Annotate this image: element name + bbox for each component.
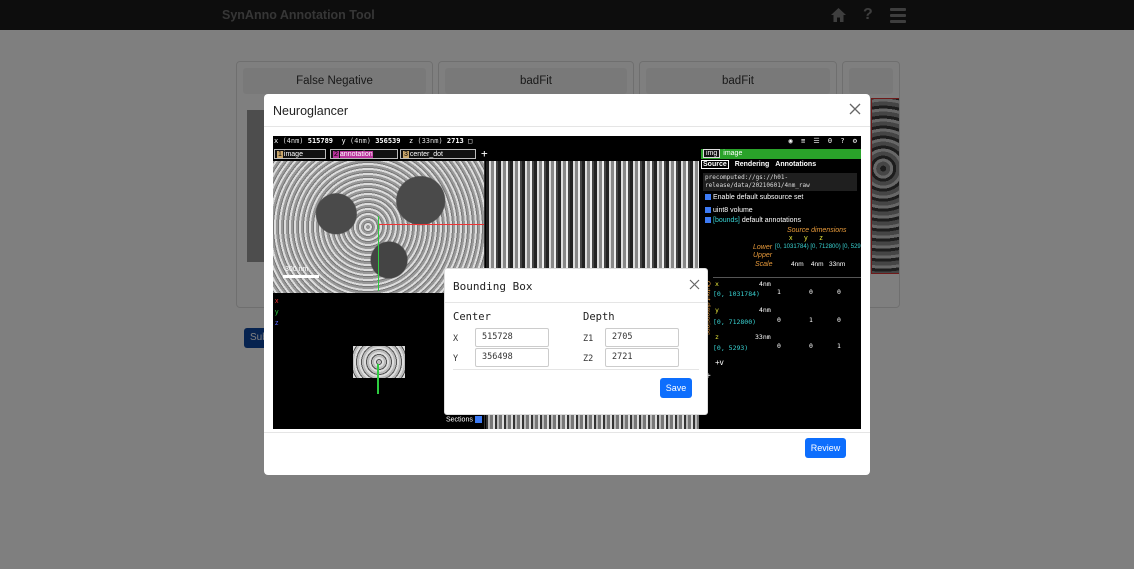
bounding-box-dialog: Bounding Box Center Depth X 515728 Y 356…: [444, 268, 708, 415]
close-icon[interactable]: [689, 279, 700, 290]
z2-label: Z2: [583, 354, 594, 364]
modal-title: Neuroglancer: [273, 104, 349, 118]
y-label: Y: [453, 354, 459, 364]
help-icon[interactable]: ?: [840, 137, 844, 145]
layer-panel-tabs: Source Rendering Annotations: [701, 160, 820, 169]
center-x-input[interactable]: 515728: [475, 328, 549, 347]
layer-chip-annotation[interactable]: 2 annotation: [330, 149, 398, 159]
save-button[interactable]: Save: [660, 378, 692, 398]
depth-heading: Depth: [583, 311, 615, 323]
tab-source[interactable]: Source: [701, 160, 729, 169]
sliders-icon[interactable]: ☰: [813, 137, 819, 145]
bbox-header-divider: [445, 302, 707, 303]
axis-legend: x y z: [275, 298, 279, 327]
depth-z2-input[interactable]: 2721: [605, 348, 679, 367]
x-label: X: [453, 334, 459, 344]
bounds-row: [0, 1031784) [0, 712800) [0, 5293): [775, 244, 861, 250]
layer-side-panel: img image Source Rendering Annotations pr…: [701, 149, 861, 429]
bbox-footer-divider: [453, 369, 699, 370]
layer-chip-center-dot[interactable]: 3 center_dot: [400, 149, 476, 159]
volume-checkbox[interactable]: uint8 volume: [705, 207, 753, 214]
crosshair-x: [378, 224, 484, 225]
viewer-toolbar: ◉ ≡ ☰ 0 ? ⚙: [785, 137, 857, 145]
transform-matrix[interactable]: x 4nm [0, 1031784) y 4nm [0, 712800) z 3…: [713, 277, 861, 357]
layers-icon[interactable]: ◉: [789, 137, 793, 145]
bbox-title: Bounding Box: [453, 280, 533, 293]
layer-chip-image[interactable]: 1 image: [274, 149, 326, 159]
source-dimensions-label: Source dimensions: [787, 227, 847, 234]
close-icon[interactable]: [848, 102, 862, 116]
z1-label: Z1: [583, 334, 594, 344]
scales-row: 4nm 4nm 33nm: [791, 261, 846, 268]
scalebar: [283, 275, 319, 278]
settings-icon[interactable]: ⚙: [853, 137, 857, 145]
dim-headers: x y z: [789, 235, 823, 242]
neuroglancer-modal: Neuroglancer x (4nm) 515789 y (4nm) 3565…: [264, 94, 870, 475]
tab-annotations[interactable]: Annotations: [775, 161, 816, 168]
review-button[interactable]: Review: [805, 438, 846, 458]
bounds-checkbox[interactable]: [bounds] default annotations: [705, 217, 801, 224]
add-layer-button[interactable]: +: [481, 147, 488, 160]
copy-icon[interactable]: □: [468, 137, 472, 145]
source-url-input[interactable]: precomputed://gs://h01-release/data/2021…: [703, 173, 857, 191]
3d-axis-y: [377, 364, 379, 394]
modal-header-divider: [264, 126, 870, 127]
crosshair-y: [378, 216, 379, 291]
scalebar-label: 300 nm: [285, 266, 309, 273]
modal-footer-divider: [264, 432, 870, 433]
center-heading: Center: [453, 311, 491, 323]
add-dimension-button[interactable]: +v: [715, 358, 724, 367]
list-icon[interactable]: ≡: [801, 137, 805, 145]
default-subsource-checkbox[interactable]: Enable default subsource set: [705, 194, 803, 201]
coordinate-readout[interactable]: x (4nm) 515789 y (4nm) 356539 z (33nm) 2…: [274, 137, 472, 145]
depth-z1-input[interactable]: 2705: [605, 328, 679, 347]
layer-count: 0: [827, 137, 833, 145]
checkbox-icon[interactable]: [474, 416, 482, 423]
tab-rendering[interactable]: Rendering: [735, 161, 770, 168]
center-y-input[interactable]: 356498: [475, 348, 549, 367]
3d-volume-preview: [353, 346, 405, 378]
neuroglancer-viewer[interactable]: x (4nm) 515789 y (4nm) 356539 z (33nm) 2…: [273, 136, 861, 429]
sections-toggle[interactable]: Sections: [446, 416, 482, 423]
layer-panel-header: img image: [701, 149, 861, 159]
